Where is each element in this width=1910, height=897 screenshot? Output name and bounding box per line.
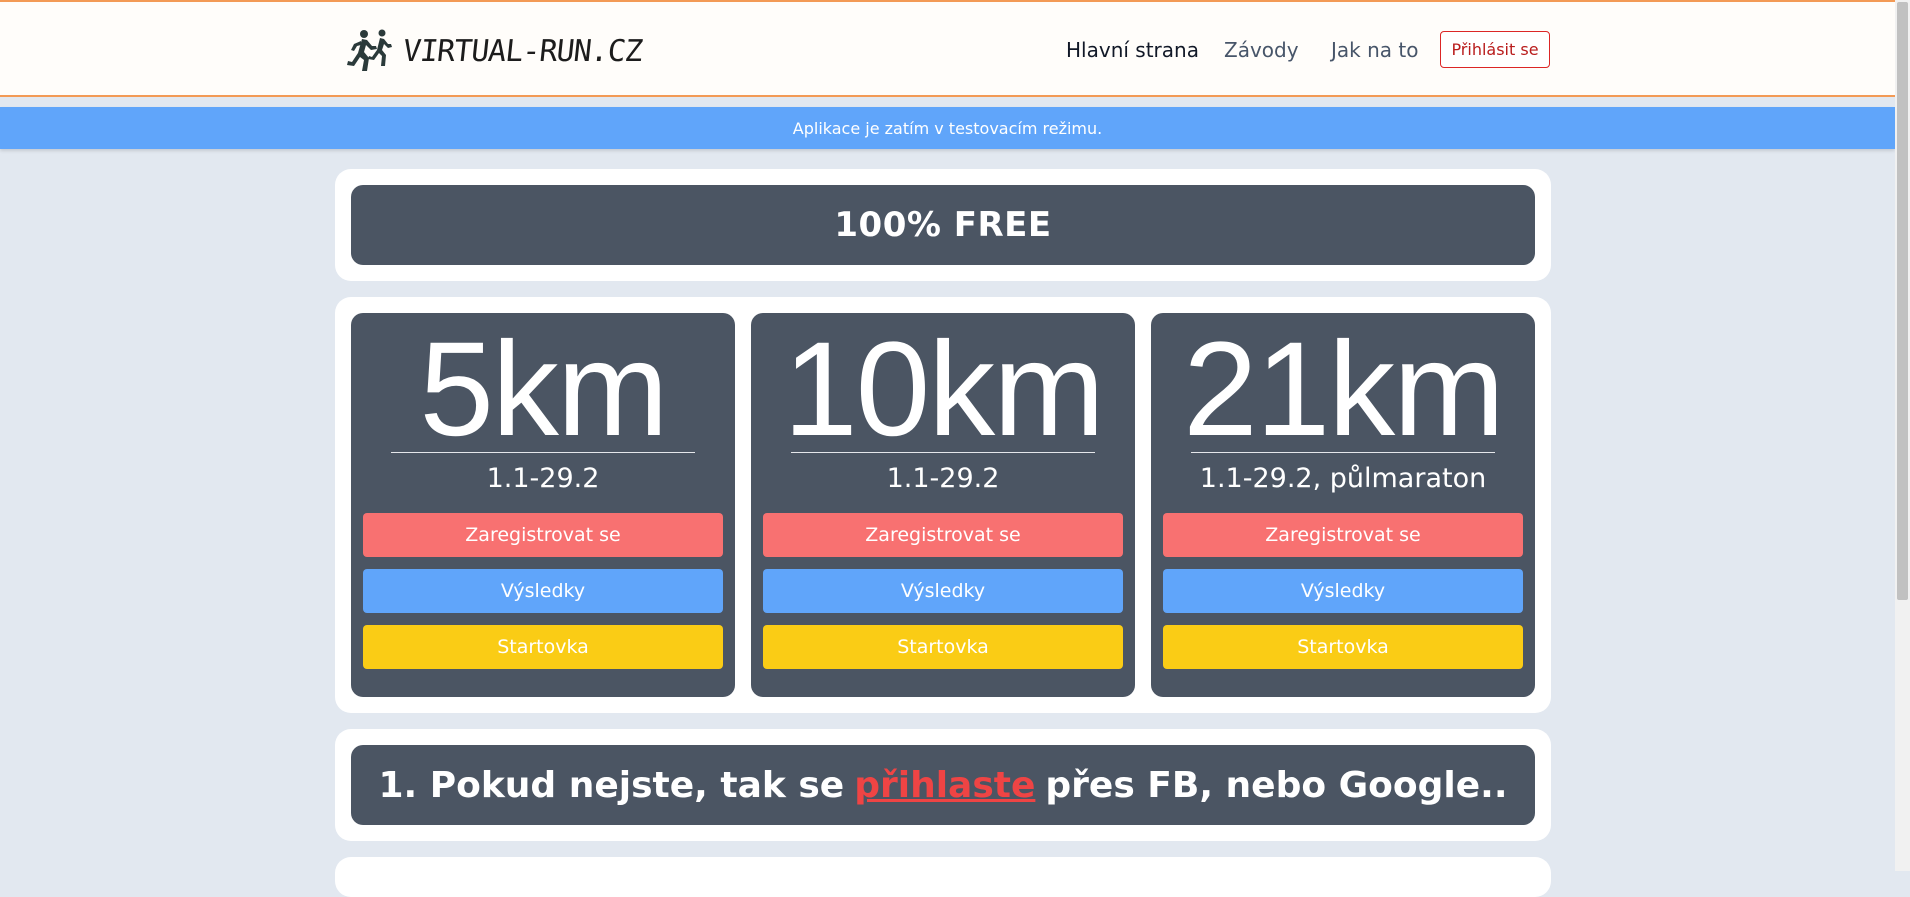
login-link[interactable]: přihlaste (854, 765, 1035, 806)
race-divider (791, 452, 1095, 453)
site-logo[interactable]: VIRTUAL-RUN.CZ (345, 26, 644, 76)
step-text-after: přes FB, nebo Google.. (1045, 764, 1508, 806)
page-scrollbar[interactable] (1895, 0, 1910, 871)
test-mode-notice: Aplikace je zatím v testovacím režimu. (0, 107, 1895, 149)
race-distance: 5km (419, 315, 668, 464)
results-button[interactable]: Výsledky (1163, 569, 1523, 613)
start-list-button[interactable]: Startovka (1163, 625, 1523, 669)
site-header: VIRTUAL-RUN.CZ Hlavní strana Závody Jak … (0, 2, 1895, 97)
step-card: 1. Pokud nejste, tak se přihlaste přes F… (335, 729, 1551, 841)
register-button[interactable]: Zaregistrovat se (763, 513, 1123, 557)
race-dates: 1.1-29.2 (486, 463, 600, 494)
register-button[interactable]: Zaregistrovat se (1163, 513, 1523, 557)
register-button[interactable]: Zaregistrovat se (363, 513, 723, 557)
race-distance: 10km (783, 315, 1105, 464)
step-text-before: 1. Pokud nejste, tak se (378, 764, 845, 806)
race-card-21km: 21km 1.1-29.2, půlmaraton Zaregistrovat … (1151, 313, 1535, 697)
scrollbar-thumb[interactable] (1897, 2, 1908, 600)
race-dates: 1.1-29.2 (886, 463, 1000, 494)
logo-text: VIRTUAL-RUN.CZ (401, 33, 644, 69)
nav-link-home[interactable]: Hlavní strana (1066, 38, 1199, 62)
race-divider (1191, 452, 1495, 453)
promo-card: 100% FREE (335, 169, 1551, 281)
results-button[interactable]: Výsledky (763, 569, 1123, 613)
start-list-button[interactable]: Startovka (763, 625, 1123, 669)
race-divider (391, 452, 695, 453)
race-distance: 21km (1183, 315, 1505, 464)
race-dates: 1.1-29.2, půlmaraton (1199, 463, 1487, 494)
race-card-5km: 5km 1.1-29.2 Zaregistrovat se Výsledky S… (351, 313, 735, 697)
races-card: 5km 1.1-29.2 Zaregistrovat se Výsledky S… (335, 297, 1551, 713)
runners-icon (347, 29, 392, 71)
step-1-banner: 1. Pokud nejste, tak se přihlaste přes F… (351, 745, 1535, 825)
nav-link-races[interactable]: Závody (1224, 38, 1299, 62)
promo-banner: 100% FREE (351, 185, 1535, 265)
next-card (335, 857, 1551, 897)
start-list-button[interactable]: Startovka (363, 625, 723, 669)
race-card-10km: 10km 1.1-29.2 Zaregistrovat se Výsledky … (751, 313, 1135, 697)
nav-link-how-to[interactable]: Jak na to (1331, 38, 1418, 62)
results-button[interactable]: Výsledky (363, 569, 723, 613)
login-button[interactable]: Přihlásit se (1440, 31, 1550, 68)
